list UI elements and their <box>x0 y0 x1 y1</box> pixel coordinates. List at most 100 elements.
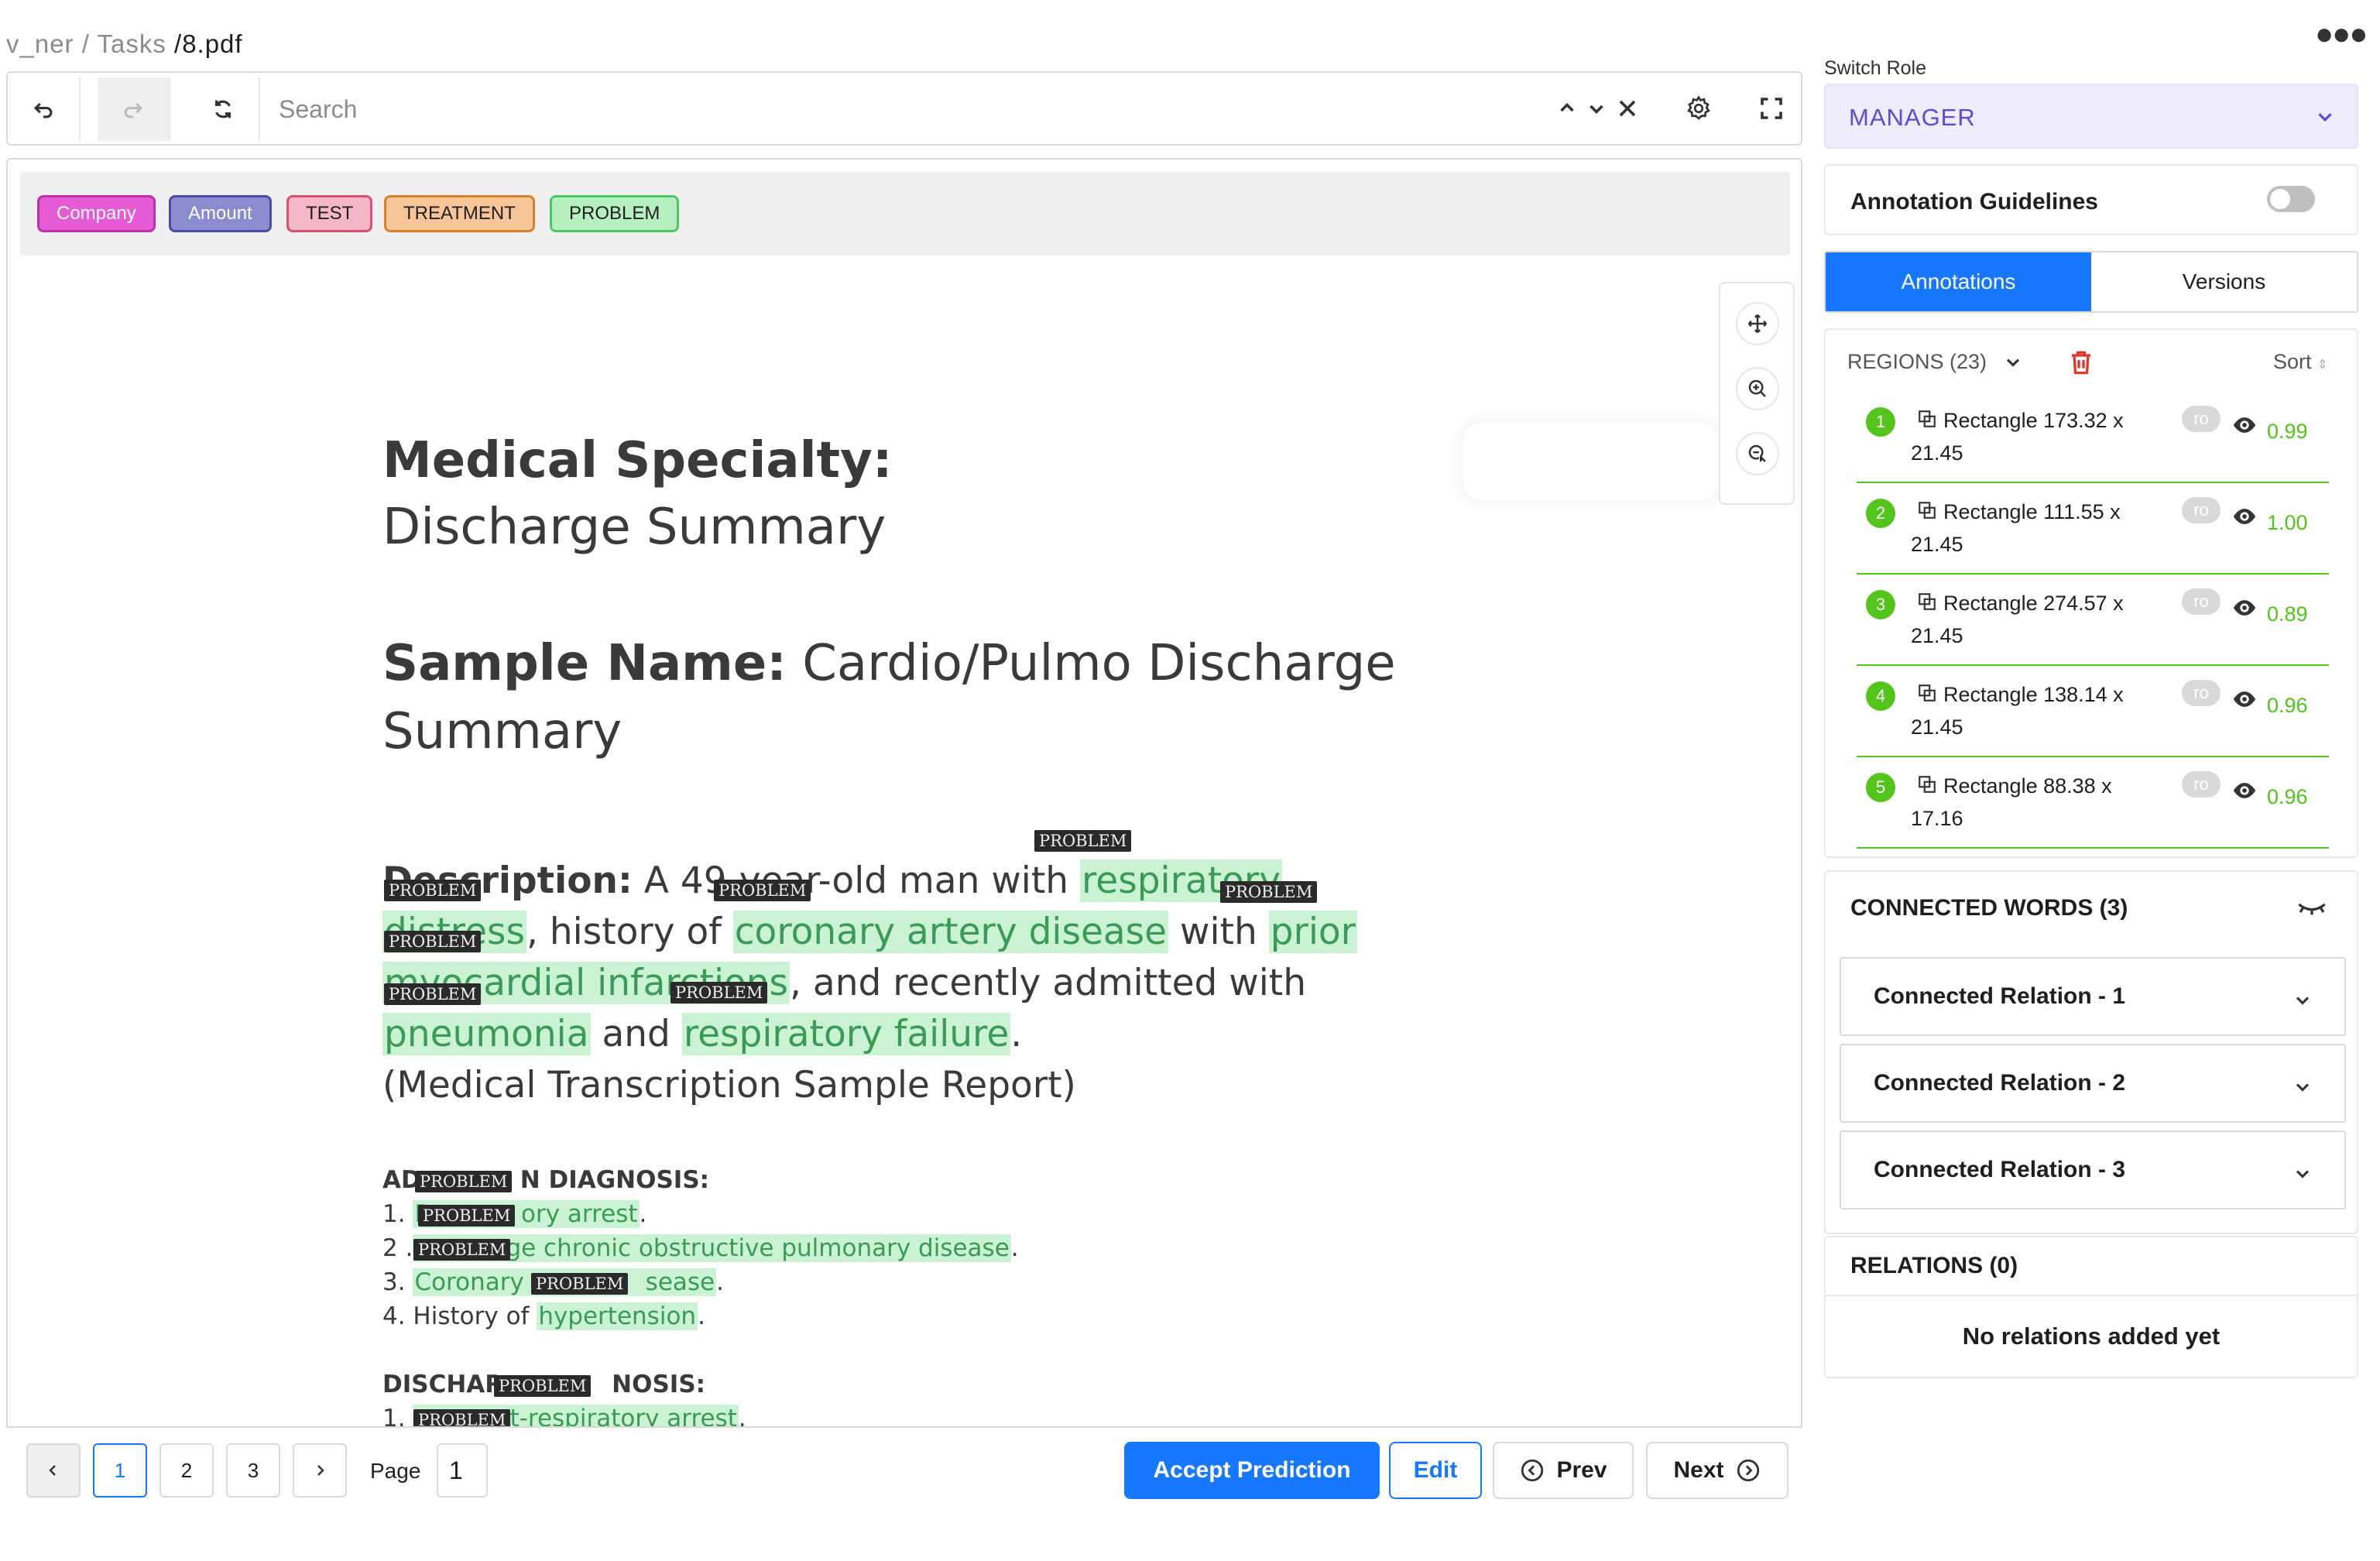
description-line-1: Description: A 49-year-old man with resp… <box>382 859 1283 902</box>
connected-relation-3[interactable]: Connected Relation - 3 <box>1840 1130 2346 1209</box>
sort-button[interactable]: Sort ⇕ <box>2273 350 2327 374</box>
label-problem[interactable]: PROBLEM <box>550 195 680 232</box>
edit-button[interactable]: Edit <box>1389 1442 1482 1499</box>
page-2-button[interactable]: 2 <box>159 1443 214 1498</box>
entity-tag: PROBLEM <box>670 982 768 1004</box>
page-1-button[interactable]: 1 <box>93 1443 147 1498</box>
circle-right-icon <box>1737 1459 1759 1482</box>
page-number-input[interactable]: 1 <box>437 1443 488 1498</box>
entity-problem[interactable]: respiratory failure <box>681 1013 1011 1055</box>
eye-icon[interactable] <box>2231 780 2258 801</box>
page-next-button[interactable] <box>293 1443 347 1498</box>
region-item[interactable]: 4 Rectangle 138.14 x 21.45 ro 0.96 <box>1857 666 2329 757</box>
breadcrumb: v_ner / Tasks /8.pdf <box>6 29 243 59</box>
gear-icon <box>1687 95 1710 120</box>
reset-icon <box>214 100 231 118</box>
tab-versions[interactable]: Versions <box>2091 252 2357 311</box>
label-treatment[interactable]: TREATMENT <box>384 195 535 232</box>
description-line-4: pneumonia and respiratory failure. <box>382 1013 1023 1055</box>
fullscreen-button[interactable] <box>1753 90 1790 127</box>
prev-task-button[interactable]: Prev <box>1493 1442 1634 1499</box>
zoom-out-button[interactable] <box>1736 432 1779 475</box>
entity-tag: PROBLEM <box>714 880 811 901</box>
breadcrumb-tasks[interactable]: Tasks <box>97 29 166 58</box>
relations-empty-message: No relations added yet <box>1962 1323 2221 1350</box>
close-icon <box>1619 100 1636 117</box>
redo-button[interactable] <box>98 77 170 141</box>
region-item[interactable]: 5 Rectangle 88.38 x 17.16 ro 0.96 <box>1857 757 2329 849</box>
specialty-heading: Medical Specialty: <box>382 432 893 489</box>
entity-tag: PROBLEM <box>494 1375 592 1397</box>
reset-button[interactable] <box>187 77 260 141</box>
label-amount[interactable]: Amount <box>169 195 272 232</box>
entity-problem[interactable]: coronary artery disease <box>732 911 1169 953</box>
pan-button[interactable] <box>1736 302 1779 345</box>
page-prev-button[interactable] <box>26 1443 81 1498</box>
entity-tag: PROBLEM <box>1220 881 1318 903</box>
tab-annotations[interactable]: Annotations <box>1826 252 2091 311</box>
chevron-left-icon <box>49 1465 56 1476</box>
entity-tag: PROBLEM <box>384 983 482 1005</box>
eye-icon[interactable] <box>2231 598 2258 618</box>
more-options-icon[interactable]: ●●● <box>2315 17 2368 52</box>
connected-relation-2[interactable]: Connected Relation - 2 <box>1840 1044 2346 1123</box>
description-line-5: (Medical Transcription Sample Report) <box>382 1064 1076 1106</box>
readonly-badge: ro <box>2182 497 2221 523</box>
chevron-down-icon <box>2296 1083 2310 1092</box>
region-score: 0.89 <box>2267 602 2308 626</box>
page-3-button[interactable]: 3 <box>226 1443 280 1498</box>
annotation-guidelines: Annotation Guidelines <box>1824 164 2358 235</box>
sample-name-cont: Summary <box>382 703 622 760</box>
trash-icon[interactable] <box>2067 347 2095 378</box>
region-score: 0.96 <box>2267 694 2308 717</box>
entity-tag: PROBLEM <box>415 1171 513 1192</box>
breadcrumb-project[interactable]: v_ner <box>6 29 74 58</box>
pagination-bar: 1 2 3 Page 1 Accept Prediction Edit Prev… <box>6 1426 1802 1513</box>
region-item[interactable]: 3 Rectangle 274.57 x 21.45 ro 0.89 <box>1857 575 2329 666</box>
entity-tag: PROBLEM <box>384 880 482 901</box>
region-item[interactable]: 2 Rectangle 111.55 x 21.45 ro 1.00 <box>1857 483 2329 575</box>
region-item[interactable]: 1 Rectangle 173.32 x 21.45 ro 0.99 <box>1857 392 2329 483</box>
entity-tag: PROBLEM <box>418 1205 516 1226</box>
breadcrumb-separator: / <box>81 29 90 58</box>
accept-prediction-button[interactable]: Accept Prediction <box>1124 1442 1380 1499</box>
role-value: MANAGER <box>1849 104 1976 131</box>
undo-button[interactable] <box>8 77 81 141</box>
search-clear-button[interactable] <box>1609 90 1646 127</box>
eye-off-icon[interactable] <box>2296 897 2327 920</box>
role-select[interactable]: MANAGER <box>1824 84 2358 149</box>
region-title: Rectangle 111.55 x 21.45 <box>1911 500 2121 556</box>
label-test[interactable]: TEST <box>286 195 373 232</box>
annotation-toolbar <box>6 71 1802 146</box>
next-task-button[interactable]: Next <box>1646 1442 1788 1499</box>
circle-left-icon <box>1521 1459 1544 1482</box>
undo-icon <box>33 102 53 118</box>
specialty-value: Discharge Summary <box>382 499 886 556</box>
zoom-in-button[interactable] <box>1736 367 1779 410</box>
guidelines-toggle[interactable] <box>2267 186 2315 212</box>
readonly-badge: ro <box>2182 680 2221 706</box>
fullscreen-icon <box>1761 98 1782 119</box>
settings-button[interactable] <box>1680 90 1717 127</box>
entity-tag: PROBLEM <box>413 1239 511 1261</box>
sidebar-tabs: Annotations Versions <box>1824 251 2358 313</box>
label-company[interactable]: Company <box>37 195 156 232</box>
entity-tag: PROBLEM <box>384 931 482 952</box>
entity-problem[interactable]: pneumonia <box>382 1013 591 1055</box>
region-title: Rectangle 274.57 x 21.45 <box>1911 592 2124 647</box>
admission-item-4: 4. History of hypertension. <box>382 1302 705 1330</box>
relations-panel: RELATIONS (0) No relations added yet <box>1824 1236 2358 1378</box>
chevron-down-icon[interactable] <box>2002 352 2024 373</box>
eye-icon[interactable] <box>2231 506 2258 527</box>
eye-icon[interactable] <box>2231 415 2258 435</box>
entity-tag: PROBLEM <box>531 1273 629 1295</box>
connected-words-label: CONNECTED WORDS (3) <box>1850 895 2128 921</box>
label-bar: Company Amount TEST TREATMENT PROBLEM <box>20 172 1790 256</box>
search-input[interactable] <box>279 85 1518 133</box>
entity-problem[interactable]: prior <box>1268 911 1357 953</box>
region-score: 1.00 <box>2267 511 2308 534</box>
region-title: Rectangle 88.38 x 17.16 <box>1911 774 2112 830</box>
chevron-right-icon <box>317 1465 324 1476</box>
connected-relation-1[interactable]: Connected Relation - 1 <box>1840 957 2346 1036</box>
eye-icon[interactable] <box>2231 689 2258 709</box>
